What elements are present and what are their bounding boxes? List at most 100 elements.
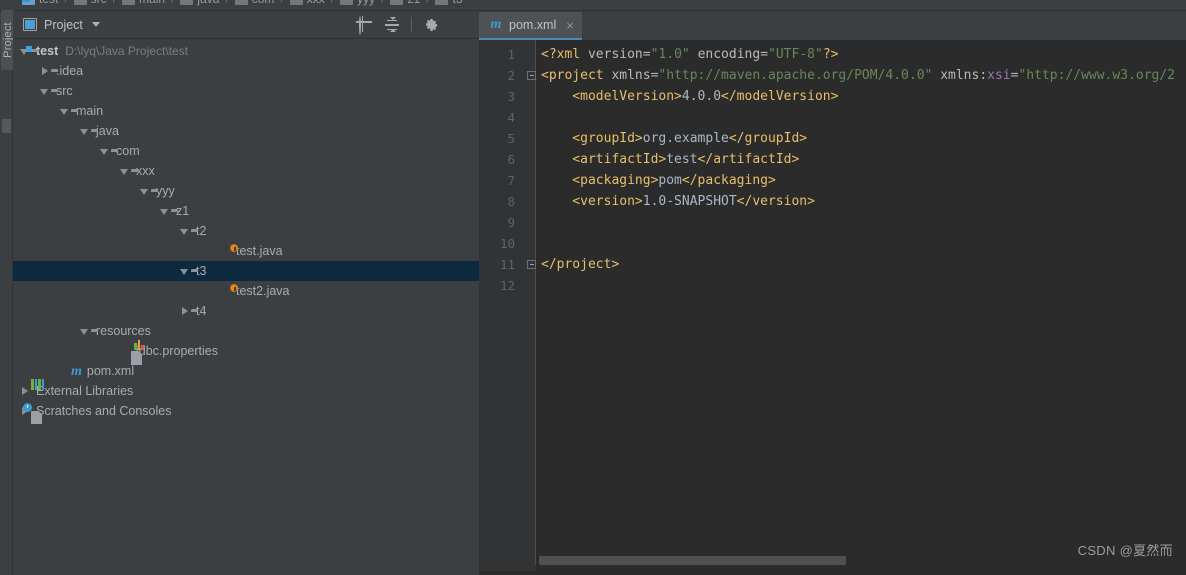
tree-row-t2[interactable]: t2 [13,221,479,241]
chevron-down-icon[interactable] [91,22,100,27]
chevron-right-icon[interactable] [178,301,191,321]
tree-row-java[interactable]: java [13,121,479,141]
code-line-2[interactable]: <project xmlns="http://maven.apache.org/… [541,65,1186,86]
tree-row-main[interactable]: main [13,101,479,121]
code-line-6[interactable]: <artifactId>test</artifactId> [541,149,1186,170]
code-token: <modelVersion> [541,89,682,104]
code-token: </project> [541,257,620,272]
chevron-down-icon[interactable] [158,201,171,221]
editor-tab-pom-xml[interactable]: m pom.xml × [479,12,582,40]
code-line-9[interactable] [541,212,1186,233]
code-token: test [666,152,698,167]
chevron-down-icon[interactable] [178,261,191,281]
breadcrumb-item-java[interactable]: java [180,0,219,6]
code-line-11[interactable]: </project> [541,254,1186,275]
code-line-10[interactable] [541,233,1186,254]
chevron-down-icon[interactable] [118,161,131,181]
fold-handle-line-11[interactable] [527,260,536,269]
maven-file-icon: m [71,363,82,379]
code-token: <version> [541,194,643,209]
tree-row-yyy[interactable]: yyy [13,181,479,201]
chevron-down-icon[interactable] [78,121,91,141]
code-token: xmlns: [940,68,988,83]
tree-row-xxx[interactable]: xxx [13,161,479,181]
tree-row-resources[interactable]: resources [13,321,479,341]
breadcrumb-item-z1[interactable]: z1 [390,0,420,6]
collapse-all-icon[interactable] [384,16,400,33]
tree-row-test-java[interactable]: test.java [13,241,479,261]
breadcrumb-item-com[interactable]: com [234,0,274,6]
breadcrumb-item-main[interactable]: main [122,0,165,6]
code-token: 1.0-SNAPSHOT [642,194,737,209]
code-token: xsi [987,68,1011,83]
chevron-down-icon[interactable] [98,141,111,161]
folder-icon [122,0,136,5]
code-token: </version> [736,194,815,209]
code-token: org.example [642,131,729,146]
line-number-column: 1 2 3 4 5 6 7 8 9 10 11 12 [479,44,515,296]
tree-row-jdbc-properties[interactable]: jdbc.properties [13,340,479,365]
tree-row-label: test.java [236,244,283,258]
line-number: 2 [507,68,515,83]
code-line-3[interactable]: <modelVersion>4.0.0</modelVersion> [541,86,1186,107]
code-line-1[interactable]: <?xml version="1.0" encoding="UTF-8"?> [541,44,1186,65]
tree-row-external-libraries[interactable]: External Libraries [13,379,479,401]
left-tool-window-strip: Project [0,10,15,575]
chevron-down-icon[interactable] [58,101,71,121]
project-panel-header: Project [13,11,479,39]
minimize-icon[interactable] [450,17,466,33]
breadcrumb-item-xxx[interactable]: xxx [289,0,325,6]
folder-icon [435,0,449,5]
code-token: = [642,47,651,62]
breadcrumb-item-src[interactable]: src [73,0,107,6]
project-tree[interactable]: test D:\lyq\Java Project\test .idea src main… [13,39,479,575]
code-token: <groupId> [541,131,643,146]
code-content[interactable]: <?xml version="1.0" encoding="UTF-8"?> <p… [541,44,1186,296]
tree-row-z1[interactable]: z1 [13,201,479,221]
tree-row-label: pom.xml [86,364,135,378]
code-line-4[interactable] [541,107,1186,128]
breadcrumb-item-t3[interactable]: t3 [435,0,463,6]
chevron-down-icon[interactable] [138,181,151,201]
scrollbar-thumb[interactable] [539,556,846,565]
code-token: <packaging> [541,173,659,188]
no-expander [218,281,231,301]
code-line-8[interactable]: <version>1.0-SNAPSHOT</version> [541,191,1186,212]
no-expander [218,241,231,261]
code-line-12[interactable] [541,275,1186,296]
tree-row-label: xxx [136,164,155,178]
code-line-5[interactable]: <groupId>org.example</groupId> [541,128,1186,149]
locate-target-icon[interactable] [357,15,373,35]
tree-row-t4[interactable]: t4 [13,301,479,321]
tree-row-label: com [116,144,140,158]
tree-row--idea[interactable]: .idea [13,61,479,81]
folder-icon [180,0,194,5]
tree-row-test2-java[interactable]: test2.java [13,281,479,301]
breadcrumb-separator: / [169,0,176,6]
chevron-down-icon[interactable] [78,321,91,341]
gear-icon[interactable] [423,17,439,33]
toolbar-divider [411,17,412,32]
code-line-7[interactable]: <packaging>pom</packaging> [541,170,1186,191]
breadcrumb-item-test[interactable]: test [22,0,58,6]
tree-row-src[interactable]: src [13,81,479,101]
chevron-down-icon[interactable] [38,81,51,101]
tree-row-t3[interactable]: t3 [13,261,479,281]
tree-row-test[interactable]: test D:\lyq\Java Project\test [13,41,479,61]
chevron-down-icon[interactable] [178,221,191,241]
fold-handle-line-2[interactable] [527,71,536,80]
breadcrumb-item-label: test [39,0,58,6]
folder-icon [73,0,87,5]
breadcrumb-item-yyy[interactable]: yyy [340,0,375,6]
chevron-right-icon[interactable] [18,381,31,401]
close-icon[interactable]: × [566,19,574,32]
code-token: </modelVersion> [721,89,839,104]
chevron-right-icon[interactable] [38,61,51,81]
tree-row-com[interactable]: com [13,141,479,161]
no-expander [58,361,71,381]
code-token: <project [541,68,612,83]
tree-row-scratches-and-consoles[interactable]: Scratches and Consoles [13,401,479,424]
tree-row-pom-xml[interactable]: m pom.xml [13,361,479,381]
tree-row-label: resources [96,324,151,338]
